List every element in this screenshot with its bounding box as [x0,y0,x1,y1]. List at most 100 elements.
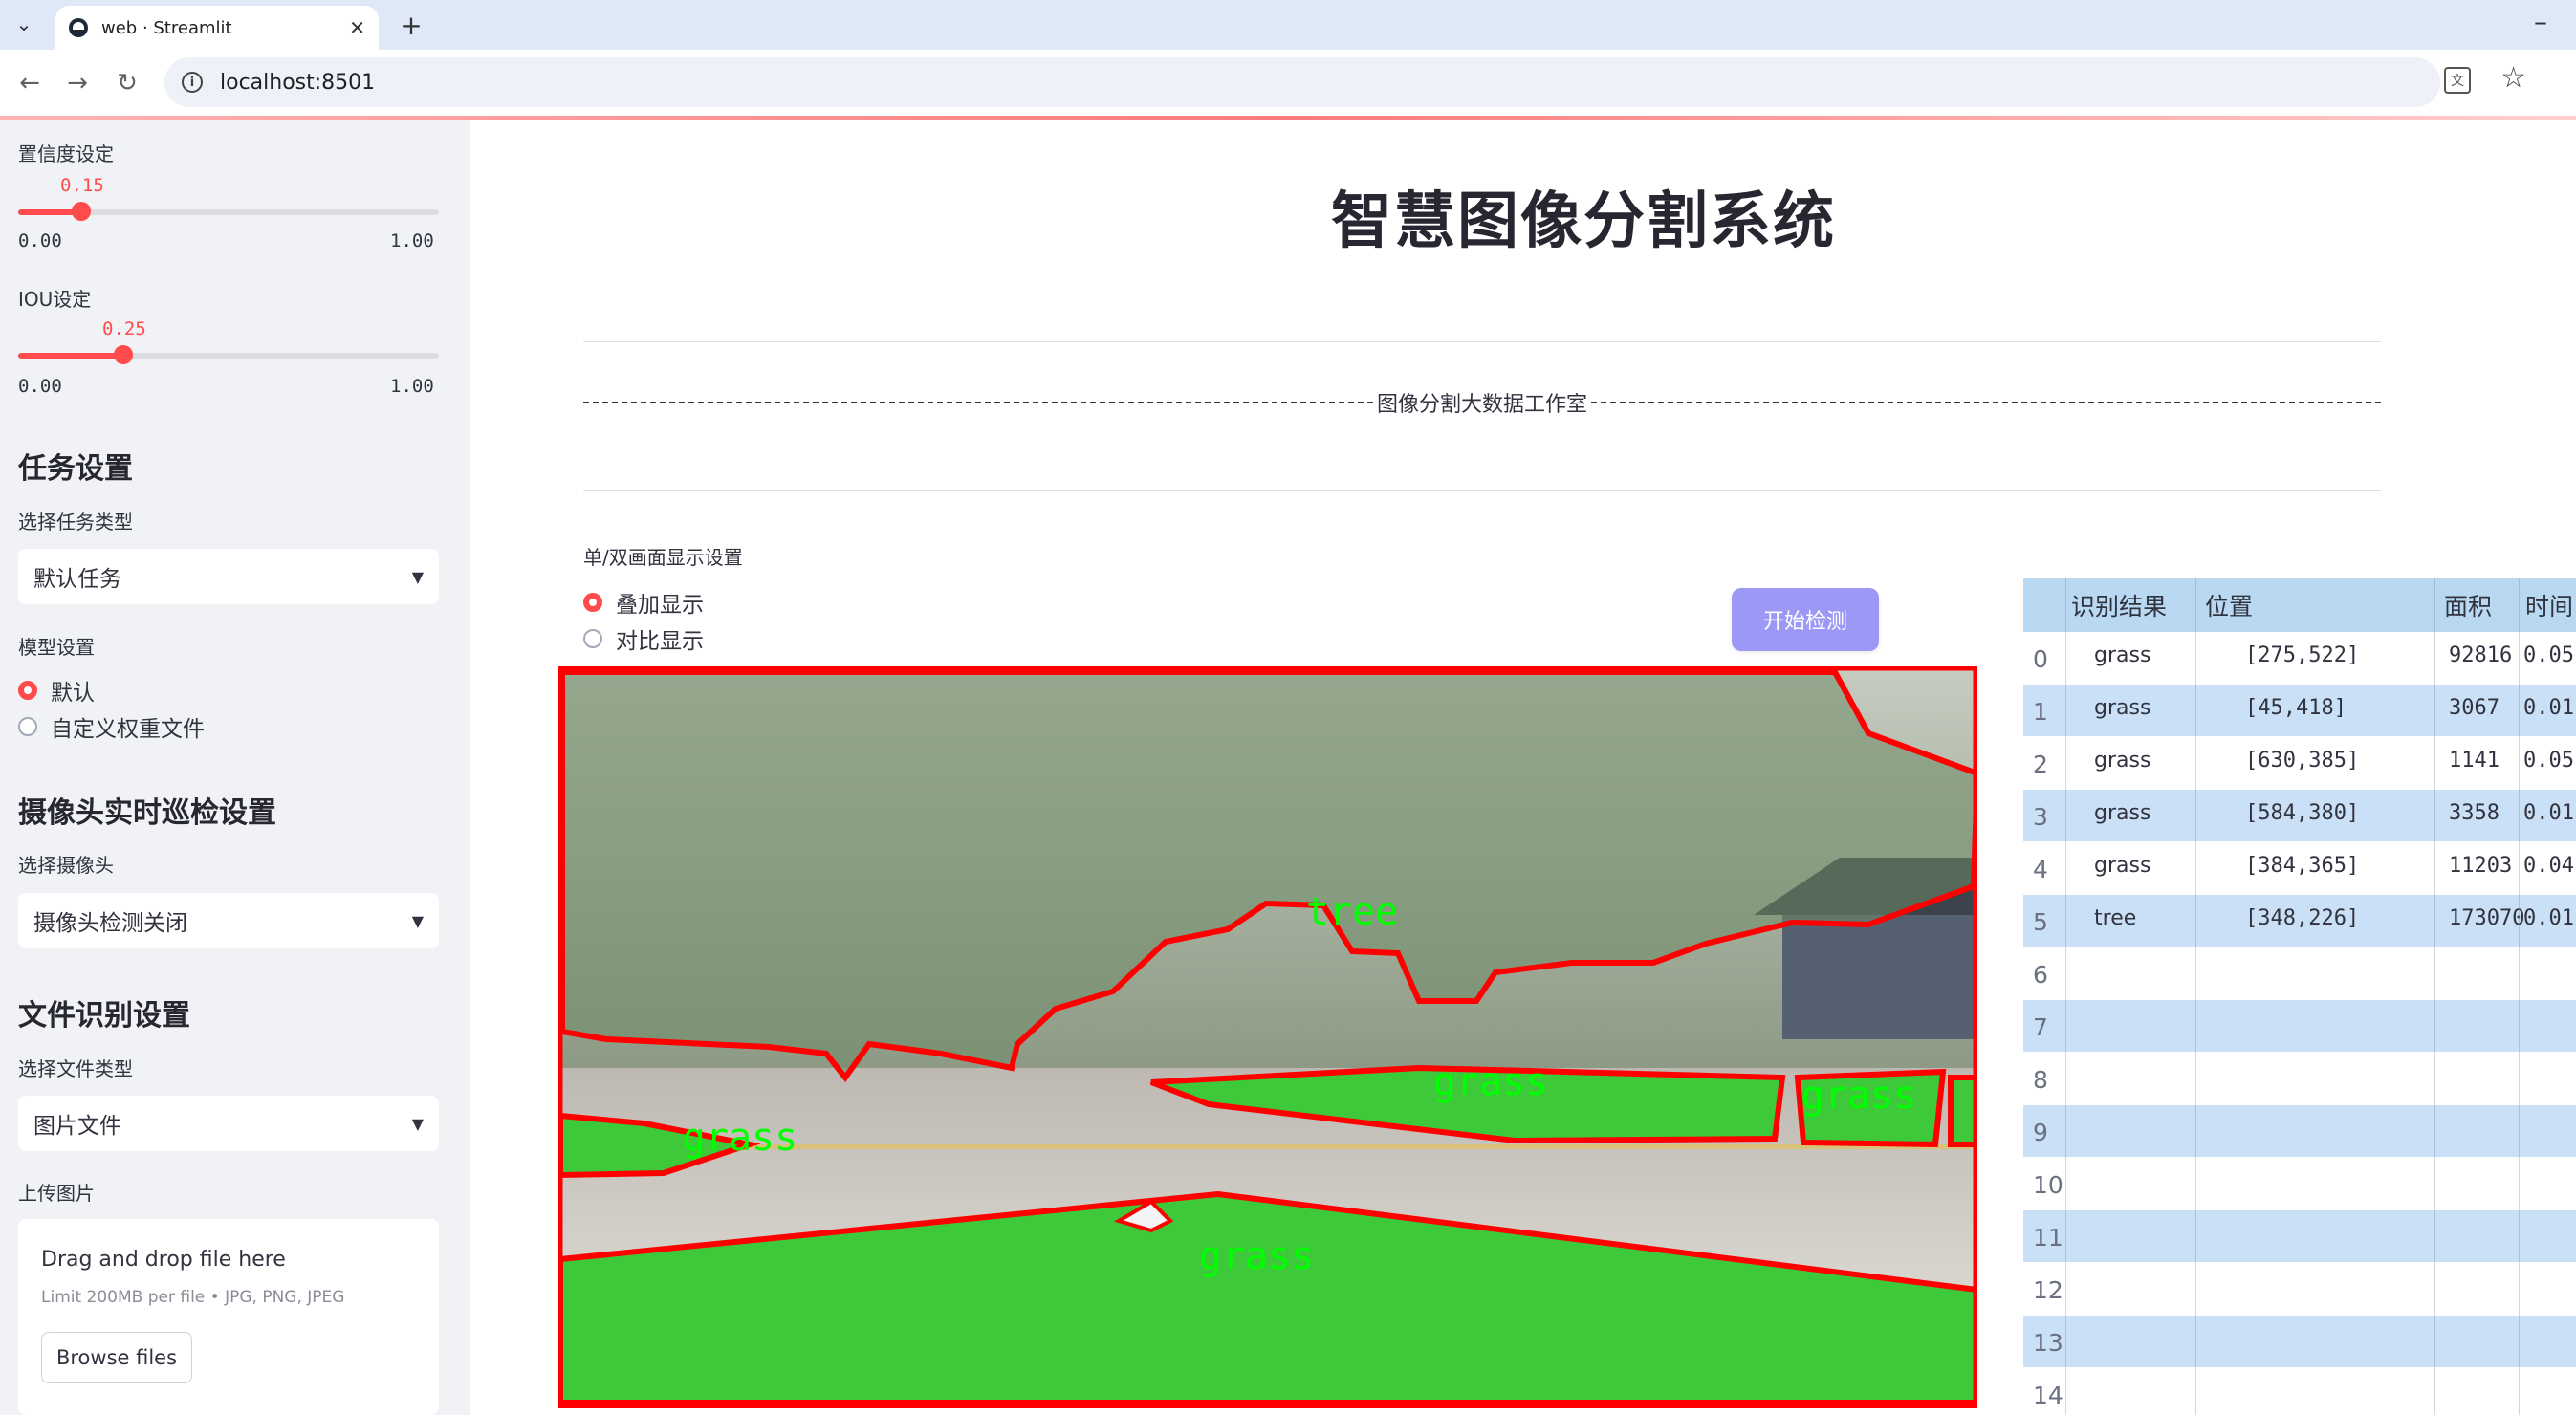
table-row[interactable]: 3 grass [584,380] 3358 0.01 [2023,790,2576,841]
table-row[interactable]: 0 grass [275,522] 92816 0.05 [2023,632,2576,684]
row-label: grass [2094,801,2151,825]
segment-label-grass-3: grass [1801,1074,1916,1118]
browser-tab[interactable]: web · Streamlit ✕ [55,6,379,50]
row-area: 1141 [2449,749,2500,773]
table-row[interactable]: 9 [2023,1105,2576,1157]
translate-icon[interactable]: 文 [2444,67,2471,94]
row-position: [584,380] [2245,801,2360,825]
table-row[interactable]: 11 [2023,1210,2576,1262]
iou-slider-thumb[interactable] [114,345,133,364]
task-section-heading: 任务设置 [18,452,133,486]
results-table[interactable]: 识别结果 位置 面积 时间 0 grass [275,522] 92816 0.05 1 g… [2023,578,2576,1415]
table-row[interactable]: 8 [2023,1053,2576,1104]
display-option-overlay-label: 叠加显示 [616,593,704,618]
task-type-select[interactable]: 默认任务 ▼ [18,549,439,604]
row-index: 5 [2033,908,2048,936]
radio-unselected-icon [18,717,37,736]
site-info-icon[interactable]: i [182,72,203,93]
divider [583,490,2381,491]
page-title: 智慧图像分割系统 [1331,186,1836,257]
segment-label-grass-0: grass [1199,1234,1314,1278]
main-content: 智慧图像分割系统 图像分割大数据工作室 单/双画面显示设置 叠加显示 对比显示 … [470,120,2576,1415]
table-row[interactable]: 4 grass [384,365] 11203 0.04 [2023,842,2576,894]
row-label: tree [2094,906,2137,930]
row-position: [45,418] [2245,696,2347,720]
file-section-heading: 文件识别设置 [18,999,190,1033]
radio-unselected-icon [583,629,602,648]
display-mode-label: 单/双画面显示设置 [583,546,743,569]
bookmark-star-icon[interactable]: ☆ [2500,61,2526,95]
reload-icon[interactable]: ↻ [111,67,143,99]
table-row[interactable]: 7 [2023,1000,2576,1052]
row-index: 1 [2033,698,2048,726]
row-time: 0.05 [2523,643,2574,667]
row-index: 12 [2033,1276,2063,1304]
minimize-window-icon[interactable]: – [2534,6,2547,37]
url-field[interactable]: i localhost:8501 [164,57,2440,107]
back-arrow-icon[interactable]: ← [13,67,46,99]
table-row[interactable]: 6 [2023,947,2576,999]
close-tab-icon[interactable]: ✕ [349,16,365,39]
browser-tab-strip: ⌄ web · Streamlit ✕ + – [0,0,2576,50]
uploader-title: Drag and drop file here [41,1248,286,1272]
banner-text: 图像分割大数据工作室 [1377,393,1588,417]
row-index: 7 [2033,1013,2048,1041]
start-detect-button[interactable]: 开始检测 [1732,588,1879,651]
divider [583,341,2381,342]
row-position: [348,226] [2245,906,2360,930]
display-option-compare-label: 对比显示 [616,629,704,654]
table-row[interactable]: 5 tree [348,226] 173070 0.01 [2023,895,2576,947]
confidence-value: 0.15 [60,175,104,196]
header-label: 识别结果 [2071,593,2168,620]
table-row[interactable]: 10 [2023,1158,2576,1209]
confidence-slider[interactable] [18,202,439,221]
display-option-overlay[interactable]: 叠加显示 [583,586,704,619]
segment-label-grass-4: grass [1433,1060,1548,1104]
model-label: 模型设置 [18,636,95,659]
uploader-limit: Limit 200MB per file • JPG, PNG, JPEG [41,1288,345,1307]
confidence-slider-thumb[interactable] [72,202,91,221]
tab-title: web · Streamlit [101,17,232,38]
iou-slider-fill [18,353,123,359]
new-tab-icon[interactable]: + [394,8,428,42]
header-area: 面积 [2444,593,2493,620]
table-row[interactable]: 2 grass [630,385] 1141 0.05 [2023,737,2576,789]
iou-label: IOU设定 [18,288,92,311]
row-area: 11203 [2449,854,2513,878]
browse-files-button[interactable]: Browse files [41,1332,192,1383]
segment-label-tree: tree [1306,890,1398,934]
iou-slider[interactable] [18,345,439,364]
model-option-default[interactable]: 默认 [18,674,95,707]
camera-select[interactable]: 摄像头检测关闭 ▼ [18,893,439,948]
camera-value: 摄像头检测关闭 [33,911,187,936]
table-row[interactable]: 12 [2023,1263,2576,1315]
chevron-down-icon: ▼ [411,567,424,586]
model-option-custom-label: 自定义权重文件 [51,717,205,742]
file-type-select[interactable]: 图片文件 ▼ [18,1096,439,1151]
forward-arrow-icon[interactable]: → [61,67,94,99]
table-row[interactable]: 14 [2023,1368,2576,1415]
row-area: 3067 [2449,696,2500,720]
file-uploader-dropzone[interactable]: Drag and drop file here Limit 200MB per … [18,1219,439,1415]
row-index: 0 [2033,645,2048,673]
camera-section-heading: 摄像头实时巡检设置 [18,796,276,830]
task-type-label: 选择任务类型 [18,511,133,533]
row-time: 0.01 [2523,696,2574,720]
radio-selected-icon [583,593,602,612]
table-row[interactable]: 13 [2023,1316,2576,1367]
display-option-compare[interactable]: 对比显示 [583,622,704,655]
header-position: 位置 [2205,593,2254,620]
streamlit-favicon-icon [69,18,88,37]
row-index: 8 [2033,1066,2048,1094]
camera-label: 选择摄像头 [18,854,114,877]
iou-value: 0.25 [102,318,146,339]
tab-search-chevron-icon[interactable]: ⌄ [10,10,38,38]
row-area: 173070 [2449,906,2525,930]
segment-label-grass-1: grass [683,1116,797,1160]
row-area: 3358 [2449,801,2500,825]
dash-right [1591,402,2381,403]
row-index: 4 [2033,856,2048,883]
radio-selected-icon [18,681,37,700]
model-option-custom[interactable]: 自定义权重文件 [18,710,205,743]
table-row[interactable]: 1 grass [45,418] 3067 0.01 [2023,685,2576,736]
